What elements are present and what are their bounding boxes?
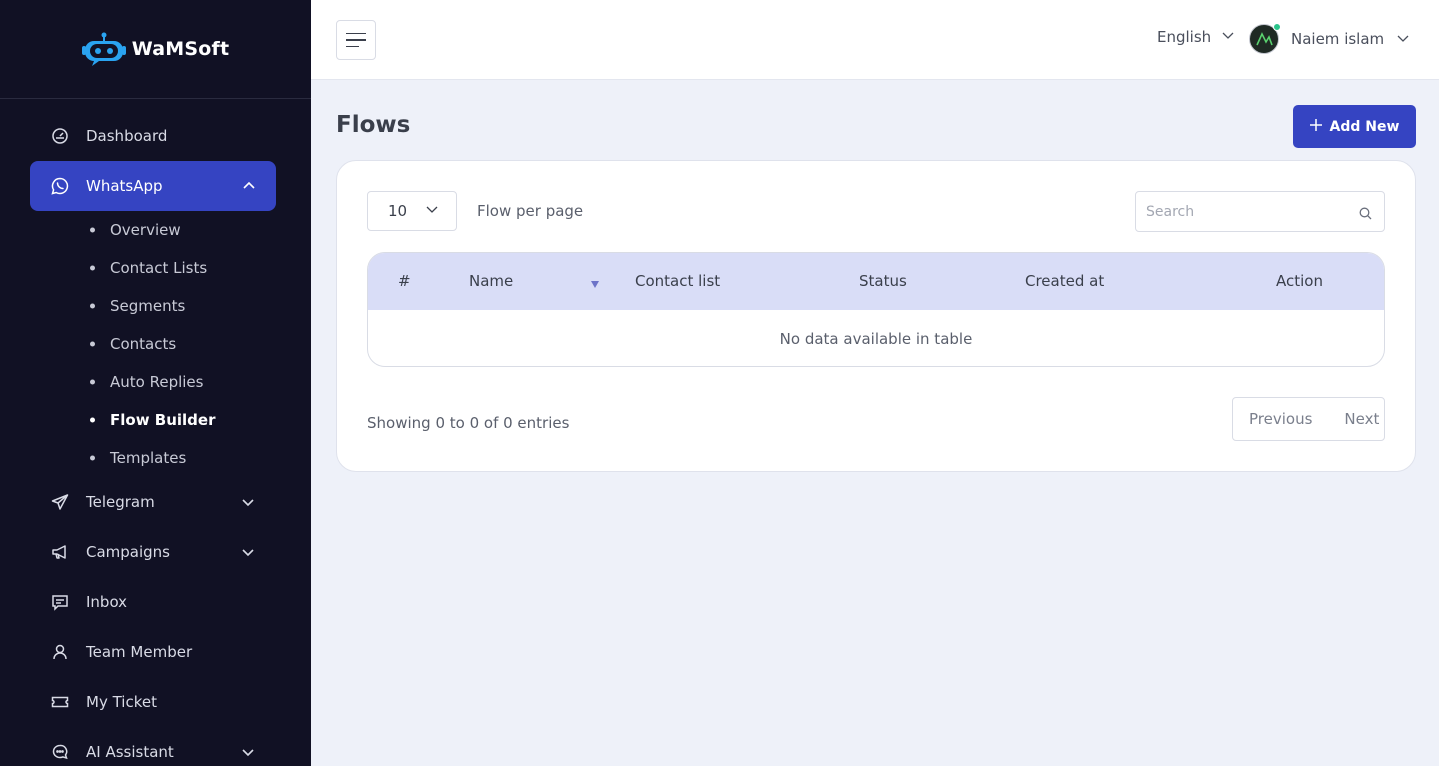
chevron-down-icon — [241, 495, 255, 509]
sort-desc-icon[interactable] — [591, 281, 599, 288]
user-menu[interactable]: Naiem islam — [1249, 23, 1410, 54]
sidebar-item-label: Campaigns — [86, 543, 171, 561]
sidebar-subitem-flow-builder[interactable]: Flow Builder — [90, 401, 311, 439]
plus-icon — [1309, 118, 1322, 135]
sidebar-item-label: AI Assistant — [86, 743, 174, 761]
chevron-down-icon — [241, 745, 255, 759]
online-status-dot — [1273, 23, 1281, 31]
sidebar: WaMSoft Dashboard WhatsApp Overview Cont… — [0, 0, 311, 766]
hamburger-line — [346, 45, 359, 48]
sidebar-item-whatsapp[interactable]: WhatsApp — [30, 161, 276, 211]
search-box — [1135, 191, 1385, 232]
sidebar-subitem-overview[interactable]: Overview — [90, 211, 311, 249]
language-selector[interactable]: English — [1157, 28, 1235, 46]
column-header-contact-list[interactable]: Contact list — [635, 272, 720, 290]
sidebar-item-label: Team Member — [86, 643, 193, 661]
sidebar-subitem-auto-replies[interactable]: Auto Replies — [90, 363, 311, 401]
chevron-down-icon — [1396, 30, 1410, 49]
brand[interactable]: WaMSoft — [0, 0, 311, 99]
column-header-status[interactable]: Status — [859, 272, 907, 290]
brand-name: WaMSoft — [131, 38, 230, 60]
sidebar-subitem-contacts[interactable]: Contacts — [90, 325, 311, 363]
table-empty-row: No data available in table — [368, 310, 1384, 366]
table-header-row: # Name Contact list Status Created at Ac… — [368, 253, 1384, 310]
per-page-select[interactable]: 10 — [367, 191, 457, 231]
add-new-label: Add New — [1329, 118, 1400, 135]
sidebar-item-label: Dashboard — [86, 127, 168, 145]
subitem-label: Contacts — [110, 335, 177, 353]
pagination: Previous Next — [1232, 397, 1385, 441]
chevron-down-icon — [1221, 28, 1235, 46]
sidebar-item-campaigns[interactable]: Campaigns — [0, 527, 275, 577]
robot-logo-icon — [81, 31, 126, 67]
top-header: English Naiem islam — [311, 0, 1439, 80]
empty-table-message: No data available in table — [779, 330, 973, 348]
ticket-icon — [50, 692, 70, 712]
sidebar-item-my-ticket[interactable]: My Ticket — [0, 677, 275, 727]
subitem-label: Contact Lists — [110, 259, 208, 277]
per-page-value: 10 — [388, 202, 408, 220]
flows-table: # Name Contact list Status Created at Ac… — [367, 252, 1385, 367]
column-header-created-at[interactable]: Created at — [1025, 272, 1104, 290]
subitem-label: Segments — [110, 297, 186, 315]
telegram-icon — [50, 492, 70, 512]
sidebar-item-team-member[interactable]: Team Member — [0, 627, 275, 677]
avatar — [1249, 23, 1281, 54]
column-header-number[interactable]: # — [398, 272, 411, 290]
column-header-action[interactable]: Action — [1276, 272, 1323, 290]
search-icon[interactable] — [1359, 205, 1372, 224]
subitem-label: Flow Builder — [110, 411, 216, 429]
whatsapp-submenu: Overview Contact Lists Segments Contacts… — [0, 211, 311, 477]
subitem-label: Overview — [110, 221, 181, 239]
user-icon — [50, 642, 70, 662]
megaphone-icon — [50, 542, 70, 562]
previous-page-button[interactable]: Previous — [1249, 410, 1312, 428]
sidebar-item-dashboard[interactable]: Dashboard — [0, 111, 275, 161]
whatsapp-icon — [50, 176, 70, 196]
sidebar-nav: Dashboard WhatsApp Overview Contact List… — [0, 99, 311, 766]
sidebar-item-label: Telegram — [86, 493, 155, 511]
sidebar-subitem-contact-lists[interactable]: Contact Lists — [90, 249, 311, 287]
flows-card: 10 Flow per page # Name Contact list Sta… — [336, 160, 1416, 472]
sidebar-item-label: My Ticket — [86, 693, 157, 711]
sidebar-subitem-templates[interactable]: Templates — [90, 439, 311, 477]
hamburger-line — [346, 39, 366, 41]
sidebar-item-label: WhatsApp — [86, 177, 163, 195]
chevron-down-icon — [241, 545, 255, 559]
page-title: Flows — [336, 112, 411, 138]
hamburger-line — [346, 32, 366, 35]
entries-info: Showing 0 to 0 of 0 entries — [367, 414, 570, 432]
gauge-icon — [50, 126, 70, 146]
sidebar-item-label: Inbox — [86, 593, 128, 611]
subitem-label: Templates — [110, 449, 187, 467]
language-label: English — [1157, 28, 1212, 46]
chevron-up-icon — [242, 179, 256, 193]
search-input[interactable] — [1136, 192, 1384, 231]
next-page-button[interactable]: Next — [1344, 410, 1379, 428]
chevron-down-icon — [425, 202, 439, 220]
menu-toggle-button[interactable] — [336, 20, 376, 60]
column-header-name[interactable]: Name — [469, 272, 513, 290]
subitem-label: Auto Replies — [110, 373, 204, 391]
message-icon — [50, 592, 70, 612]
sidebar-item-ai-assistant[interactable]: AI Assistant — [0, 727, 275, 766]
sidebar-item-telegram[interactable]: Telegram — [0, 477, 275, 527]
sidebar-subitem-segments[interactable]: Segments — [90, 287, 311, 325]
per-page-label: Flow per page — [477, 202, 584, 220]
sidebar-item-inbox[interactable]: Inbox — [0, 577, 275, 627]
chat-bot-icon — [50, 742, 70, 762]
add-new-button[interactable]: Add New — [1293, 105, 1416, 148]
user-name: Naiem islam — [1291, 30, 1385, 48]
